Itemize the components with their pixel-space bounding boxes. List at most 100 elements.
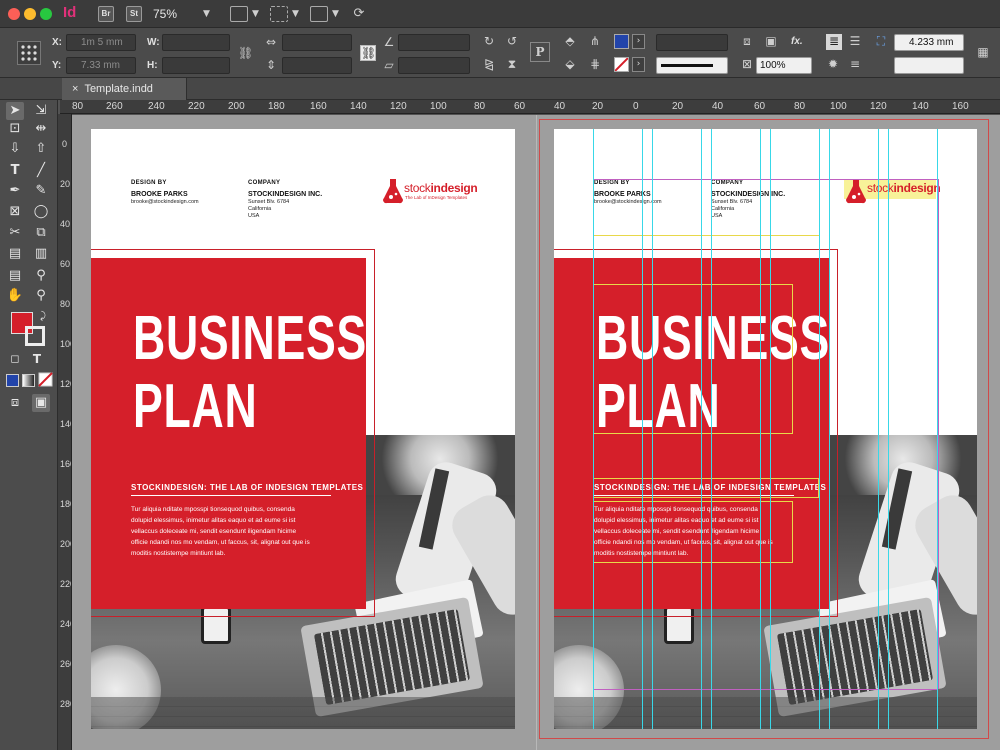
vertical-ruler[interactable]: 0 20 40 60 80 100 120 140 160 180 200 22… bbox=[58, 114, 72, 750]
ruler-label: 20 bbox=[672, 101, 684, 112]
effects-icon[interactable]: ▣ bbox=[764, 34, 778, 48]
select-container-icon[interactable]: ⬘ bbox=[563, 34, 577, 48]
eyedropper-tool-icon[interactable]: ⚲ bbox=[32, 267, 50, 285]
close-tab-icon[interactable]: × bbox=[72, 83, 78, 95]
auto-fit-icon[interactable]: ✹ bbox=[826, 57, 840, 71]
title-line-1[interactable]: BUSINESS bbox=[133, 305, 367, 373]
stock-button[interactable]: St bbox=[126, 6, 142, 22]
close-window-button[interactable] bbox=[8, 8, 20, 20]
formatting-container-icon[interactable]: ◻ bbox=[6, 350, 24, 368]
minimize-window-button[interactable] bbox=[24, 8, 36, 20]
rotation-angle-field[interactable] bbox=[398, 34, 470, 51]
view-options-icon[interactable] bbox=[230, 6, 248, 22]
ruler-label: 0 bbox=[61, 139, 67, 149]
stroke-weight-select[interactable] bbox=[656, 34, 728, 51]
pencil-tool-icon[interactable]: ✎ bbox=[32, 182, 50, 200]
select-content-icon[interactable]: ⬙ bbox=[563, 57, 577, 71]
cover-body-text[interactable]: Tur aliquia nditate mposspi tionsequod q… bbox=[131, 504, 310, 559]
select-next-icon[interactable]: ⋕ bbox=[588, 57, 602, 71]
ruler-label: 140 bbox=[912, 101, 929, 112]
body-line: Tur aliquia nditate mposspi tionsequod q… bbox=[131, 506, 295, 513]
gradient-feather-tool-icon[interactable]: ▥ bbox=[32, 245, 50, 263]
bridge-button[interactable]: Br bbox=[98, 6, 114, 22]
scale-x-field[interactable] bbox=[282, 34, 352, 51]
frame-fitting-icon[interactable]: ⛶ bbox=[874, 34, 888, 48]
view-mode-icon[interactable]: ⧈ bbox=[6, 394, 24, 412]
drop-shadow-icon[interactable]: ⧈ bbox=[740, 34, 754, 48]
maximize-window-button[interactable] bbox=[40, 8, 52, 20]
constrain-scale-icon[interactable]: ⛓ bbox=[360, 45, 376, 61]
ruler-label: 0 bbox=[633, 101, 639, 112]
document-tab[interactable]: × Template.indd bbox=[62, 78, 187, 100]
chevron-down-icon[interactable]: ▼ bbox=[252, 9, 259, 19]
publish-online-icon[interactable]: ⟳ bbox=[352, 7, 366, 21]
title-line-2[interactable]: PLAN bbox=[133, 373, 257, 441]
arrange-documents-icon[interactable] bbox=[310, 6, 328, 22]
constrain-proportions-icon[interactable]: ⛓ bbox=[238, 46, 253, 60]
pasteboard[interactable]: DESIGN BY BROOKE PARKS brooke@stockindes… bbox=[72, 115, 1000, 750]
ruler-label: 80 bbox=[474, 101, 486, 112]
width-field[interactable] bbox=[162, 34, 230, 51]
zoom-dropdown-chevron-icon[interactable]: ▼ bbox=[203, 9, 210, 19]
select-previous-icon[interactable]: ⋔ bbox=[588, 34, 602, 48]
selection-tool-icon[interactable]: ➤ bbox=[6, 102, 24, 120]
wrap-around-icon[interactable]: ☰ bbox=[848, 34, 862, 48]
scissors-tool-icon[interactable]: ✂ bbox=[6, 224, 24, 242]
address-line: California bbox=[248, 206, 272, 212]
paragraph-p-icon[interactable]: P bbox=[530, 42, 550, 62]
flip-vertical-icon[interactable]: ⧗ bbox=[505, 57, 519, 71]
opacity-field[interactable]: 100% bbox=[756, 57, 812, 74]
line-tool-icon[interactable]: ╱ bbox=[32, 162, 50, 180]
panel-options-icon[interactable]: ▦ bbox=[976, 45, 990, 59]
type-tool-icon[interactable]: T bbox=[6, 162, 24, 180]
formatting-text-icon[interactable]: T bbox=[28, 350, 46, 368]
fill-arrow-icon[interactable]: › bbox=[632, 34, 645, 49]
reference-point-icon[interactable] bbox=[17, 41, 41, 65]
ellipse-tool-icon[interactable]: ◯ bbox=[32, 203, 50, 221]
pen-tool-icon[interactable]: ✒ bbox=[6, 182, 24, 200]
fill-swatch[interactable] bbox=[614, 34, 629, 49]
y-position-field[interactable]: 7.33 mm bbox=[66, 57, 136, 74]
zoom-tool-icon[interactable]: ⚲ bbox=[32, 287, 50, 305]
scale-y-field[interactable] bbox=[282, 57, 352, 74]
free-transform-tool-icon[interactable]: ⧉ bbox=[32, 224, 50, 242]
spread-divider bbox=[536, 115, 537, 750]
hand-tool-icon[interactable]: ✋ bbox=[6, 287, 24, 305]
cover-subtitle[interactable]: STOCKINDESIGN: THE LAB OF INDESIGN TEMPL… bbox=[131, 483, 363, 492]
frame-style-select[interactable] bbox=[894, 57, 964, 74]
brand-stock: stock bbox=[404, 181, 431, 195]
screen-mode-icon[interactable] bbox=[270, 6, 288, 22]
apply-none-icon[interactable] bbox=[36, 372, 54, 390]
align-icon[interactable]: ≡ bbox=[848, 57, 862, 71]
content-placer-icon[interactable]: ⇧ bbox=[32, 140, 50, 158]
zoom-level-select[interactable]: 75% bbox=[153, 7, 177, 21]
page-tool-icon[interactable]: ⊡ bbox=[6, 120, 24, 138]
content-collector-icon[interactable]: ⇩ bbox=[6, 140, 24, 158]
gap-tool-icon[interactable]: ⇹ bbox=[32, 120, 50, 138]
rectangle-frame-tool-icon[interactable]: ⊠ bbox=[6, 203, 24, 221]
page-preview[interactable]: DESIGN BY BROOKE PARKS brooke@stockindes… bbox=[91, 129, 515, 729]
screen-mode-preview-icon[interactable]: ▣ bbox=[32, 394, 50, 412]
horizontal-ruler[interactable]: 80 260 240 220 200 180 160 140 120 100 8… bbox=[60, 100, 1000, 114]
w-label: W: bbox=[147, 37, 160, 48]
direct-selection-tool-icon[interactable]: ⇲ bbox=[32, 102, 50, 120]
stroke-type-select[interactable] bbox=[656, 57, 728, 74]
flip-horizontal-icon[interactable]: ⧎ bbox=[482, 57, 496, 71]
gradient-swatch-tool-icon[interactable]: ▤ bbox=[6, 245, 24, 263]
stroke-color-swatch[interactable] bbox=[25, 326, 45, 346]
rotate-cw-icon[interactable]: ↻ bbox=[482, 34, 496, 48]
height-field[interactable] bbox=[162, 57, 230, 74]
rotate-ccw-icon[interactable]: ↺ bbox=[505, 34, 519, 48]
stroke-swatch[interactable] bbox=[614, 57, 629, 72]
text-wrap-icon[interactable]: ≣ bbox=[826, 34, 842, 50]
effects-fx-button[interactable]: fx. bbox=[791, 36, 803, 47]
stroke-weight-field[interactable]: 4.233 mm bbox=[894, 34, 964, 51]
note-tool-icon[interactable]: ▤ bbox=[6, 267, 24, 285]
shear-angle-field[interactable] bbox=[398, 57, 470, 74]
swap-fill-stroke-icon[interactable]: ⤸ bbox=[34, 308, 52, 326]
chevron-down-icon[interactable]: ▼ bbox=[292, 9, 299, 19]
stroke-arrow-icon[interactable]: › bbox=[632, 57, 645, 72]
flask-logo-icon bbox=[383, 179, 403, 204]
chevron-down-icon[interactable]: ▼ bbox=[332, 9, 339, 19]
x-position-field[interactable]: 1m 5 mm bbox=[66, 34, 136, 51]
